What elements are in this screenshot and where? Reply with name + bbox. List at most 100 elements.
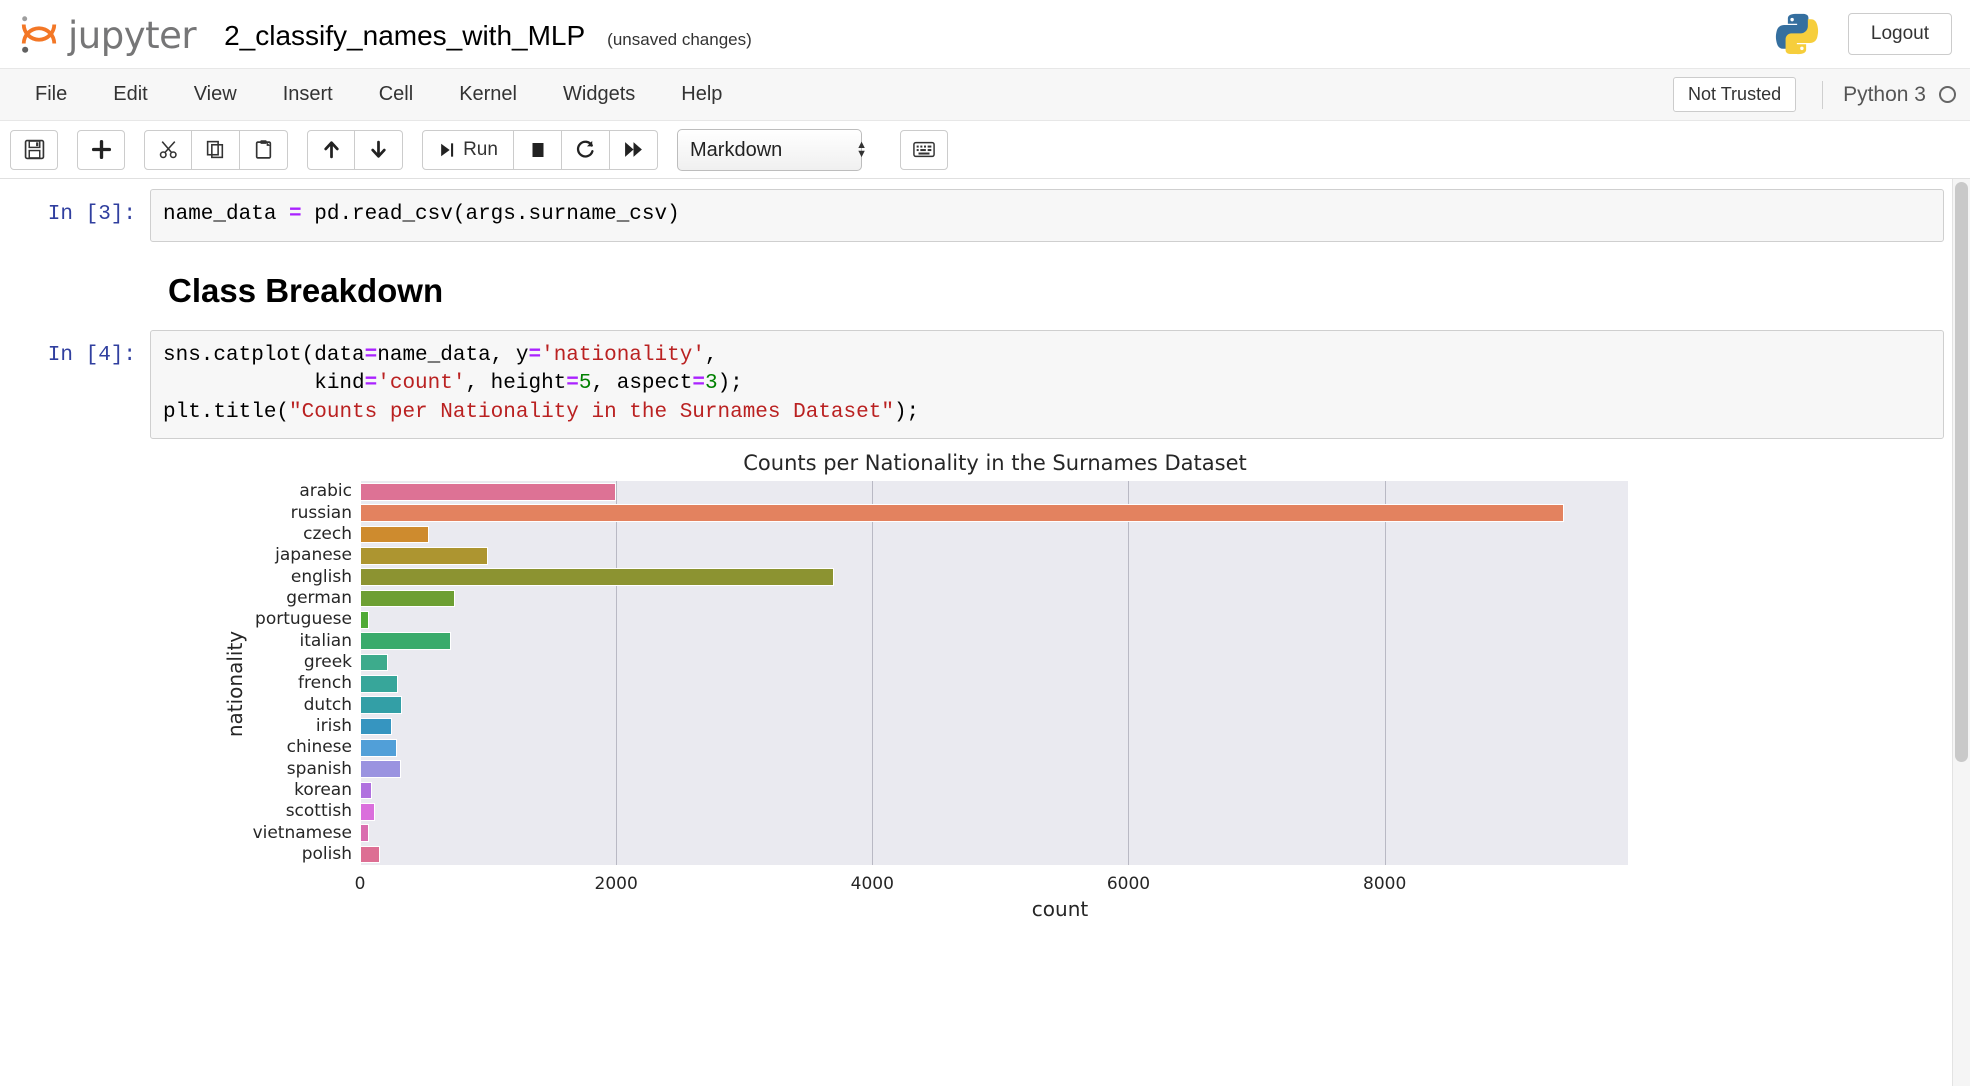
chart-bar-row: portuguese xyxy=(255,609,369,630)
menu-view[interactable]: View xyxy=(171,75,260,114)
toolbar-group-move xyxy=(307,129,403,170)
keyboard-icon xyxy=(913,141,935,158)
code-token: name_data, y xyxy=(377,343,529,367)
insert-cell-below-button[interactable] xyxy=(77,129,125,170)
paste-cells-button[interactable] xyxy=(240,129,288,170)
chart-y-tick-label: japanese xyxy=(275,545,352,566)
copy-cells-button[interactable] xyxy=(192,129,240,170)
toolbar-group-run: Run xyxy=(422,129,658,170)
command-palette-button[interactable] xyxy=(900,129,948,170)
menu-file[interactable]: File xyxy=(12,75,90,114)
chart-y-tick-label: french xyxy=(298,673,352,694)
chart-y-tick-label: chinese xyxy=(286,737,352,758)
kernel-idle-circle-icon[interactable] xyxy=(1939,86,1956,103)
chart-bar xyxy=(360,845,381,864)
notebook-header: jupyter 2_classify_names_with_MLP (unsav… xyxy=(0,0,1970,69)
move-cell-down-button[interactable] xyxy=(355,129,403,170)
scrollbar-thumb[interactable] xyxy=(1955,182,1968,762)
output-prompt-empty xyxy=(0,449,150,919)
chart-y-axis-label: nationality xyxy=(223,631,248,738)
code-cell[interactable]: In [3]: name_data = pd.read_csv(args.sur… xyxy=(0,179,1970,252)
plus-icon xyxy=(91,139,112,160)
menu-cell[interactable]: Cell xyxy=(356,75,436,114)
chart-y-tick-label: scottish xyxy=(285,801,352,822)
arrow-down-icon xyxy=(368,139,389,160)
jupyter-logo[interactable]: jupyter xyxy=(18,12,197,56)
code-token-operator: = xyxy=(364,343,378,367)
code-token-operator: = xyxy=(692,372,705,396)
chart-bar-row: arabic xyxy=(299,481,617,502)
run-cell-button[interactable]: Run xyxy=(422,129,514,170)
code-token: , height xyxy=(465,372,567,396)
chart-bar xyxy=(360,568,834,586)
code-editor-cell-1[interactable]: name_data = pd.read_csv(args.surname_csv… xyxy=(150,189,1944,242)
chart-bar xyxy=(360,611,369,629)
menubar-divider xyxy=(1822,80,1824,109)
code-token: , aspect xyxy=(591,372,693,396)
paste-icon xyxy=(253,139,274,160)
save-button[interactable] xyxy=(10,129,58,170)
move-cell-up-button[interactable] xyxy=(307,129,355,170)
notebook-body: In [3]: name_data = pd.read_csv(args.sur… xyxy=(0,179,1970,1086)
chart-bar xyxy=(360,632,451,650)
toolbar-group-file xyxy=(10,129,58,170)
save-floppy-icon xyxy=(24,139,45,160)
logout-button[interactable]: Logout xyxy=(1847,13,1952,55)
menu-insert[interactable]: Insert xyxy=(260,75,356,114)
markdown-cell[interactable]: Class Breakdown xyxy=(0,252,1970,320)
menu-edit[interactable]: Edit xyxy=(90,75,170,114)
page-title: Class Breakdown xyxy=(168,271,444,309)
code-cell[interactable]: In [4]: sns.catplot(data=name_data, y='n… xyxy=(0,320,1970,450)
chart-bar-row: irish xyxy=(316,716,393,737)
chart-x-axis-label: count xyxy=(1031,897,1089,922)
code-token-string: 'nationality' xyxy=(541,343,705,367)
chart-y-tick-label: korean xyxy=(294,780,352,800)
chart-y-tick-label: czech xyxy=(303,524,352,544)
arrow-up-icon xyxy=(321,139,342,160)
menu-kernel[interactable]: Kernel xyxy=(436,75,540,114)
chart-bar-row: japanese xyxy=(275,545,489,566)
code-token-operator: = xyxy=(289,203,302,226)
chart-bar xyxy=(360,675,399,693)
chart-bar-row: korean xyxy=(294,780,373,801)
trust-status-badge[interactable]: Not Trusted xyxy=(1673,77,1797,112)
chart-y-tick-label: dutch xyxy=(303,694,352,715)
chart-x-tick-label: 4000 xyxy=(850,874,894,895)
restart-and-run-all-button[interactable] xyxy=(610,129,658,170)
code-editor-cell-2[interactable]: sns.catplot(data=name_data, y='nationali… xyxy=(150,329,1944,440)
menu-help[interactable]: Help xyxy=(658,75,745,114)
save-status-text: (unsaved changes) xyxy=(607,30,752,49)
chart-y-tick-label: spanish xyxy=(286,758,352,779)
cell-type-select[interactable]: Markdown xyxy=(677,128,862,171)
code-token: sns.catplot(data xyxy=(163,343,365,367)
cell-prompt-in-3: In [3]: xyxy=(47,203,136,226)
chart-bar xyxy=(360,589,455,608)
chart-bar xyxy=(360,824,369,842)
vertical-scrollbar[interactable] xyxy=(1952,179,1970,1086)
menu-widgets[interactable]: Widgets xyxy=(540,75,658,114)
chart-bar-row: czech xyxy=(303,524,430,545)
chart-bar-row: scottish xyxy=(286,801,376,822)
cut-cells-button[interactable] xyxy=(144,129,192,170)
chart-title: Counts per Nationality in the Surnames D… xyxy=(743,451,1247,476)
code-token-string: 'count' xyxy=(377,372,466,396)
notebook-name[interactable]: 2_classify_names_with_MLP xyxy=(224,20,585,52)
cell-output-row: Counts per Nationality in the Surnames D… xyxy=(0,449,1970,922)
stop-square-icon xyxy=(528,140,548,160)
chart-plot-area: 0 2000 4000 6000 8000 arabic russian czech japan… xyxy=(253,481,1628,894)
toolbar-group-clipboard xyxy=(144,129,288,170)
toolbar-group-palette xyxy=(900,129,948,170)
chart-bar-row: polish xyxy=(302,844,381,865)
code-token-string: "Counts per Nationality in the Surnames … xyxy=(289,400,894,424)
chart-bar-row: russian xyxy=(291,503,1564,524)
chart-bar-row: vietnamese xyxy=(253,823,369,844)
chart-x-tick-label: 8000 xyxy=(1363,874,1407,895)
interrupt-kernel-button[interactable] xyxy=(514,129,562,170)
chart-y-tick-label: irish xyxy=(315,716,352,736)
chart-bar-row: english xyxy=(291,567,834,588)
restart-kernel-button[interactable] xyxy=(562,129,610,170)
chart-bar xyxy=(360,504,1564,522)
kernel-name-label: Python 3 xyxy=(1843,82,1926,106)
chart-y-tick-label: vietnamese xyxy=(252,822,352,843)
chart-bar xyxy=(360,525,430,544)
